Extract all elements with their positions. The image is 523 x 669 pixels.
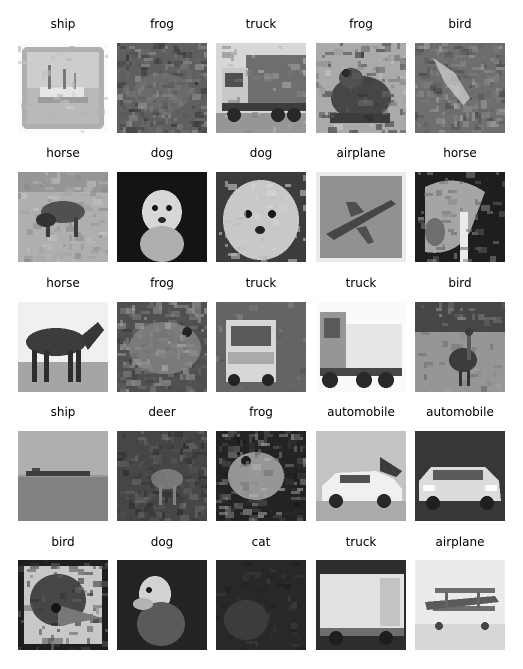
- image-label: bird: [448, 276, 472, 290]
- frog-photo: [117, 43, 207, 133]
- frog-photo: [117, 302, 207, 392]
- airplane-photo: [316, 172, 406, 262]
- truck-photo: [316, 560, 406, 650]
- bird-photo: [18, 560, 108, 650]
- horse-photo: [18, 302, 108, 392]
- automobile-photo: [415, 431, 505, 521]
- dog-photo: [117, 172, 207, 262]
- airplane-photo: [415, 560, 505, 650]
- bird-photo: [415, 302, 505, 392]
- image-label: airplane: [435, 535, 485, 549]
- truck-photo: [316, 302, 406, 392]
- horse-photo: [18, 172, 108, 262]
- truck-photo: [216, 43, 306, 133]
- image-label: bird: [448, 17, 472, 31]
- frog-photo: [316, 43, 406, 133]
- automobile-photo: [316, 431, 406, 521]
- dog-photo: [216, 172, 306, 262]
- image-label: automobile: [426, 405, 494, 419]
- horse-photo: [415, 172, 505, 262]
- cat-photo: [216, 560, 306, 650]
- bird-photo: [415, 43, 505, 133]
- frog-photo: [216, 431, 306, 521]
- ship-photo: [18, 43, 108, 133]
- deer-photo: [117, 431, 207, 521]
- ship-photo: [18, 431, 108, 521]
- truck-photo: [216, 302, 306, 392]
- image-grid: ship frog truck frog bird horse dog dog airplane…: [0, 0, 523, 669]
- image-label: horse: [443, 146, 477, 160]
- dog-photo: [117, 560, 207, 650]
